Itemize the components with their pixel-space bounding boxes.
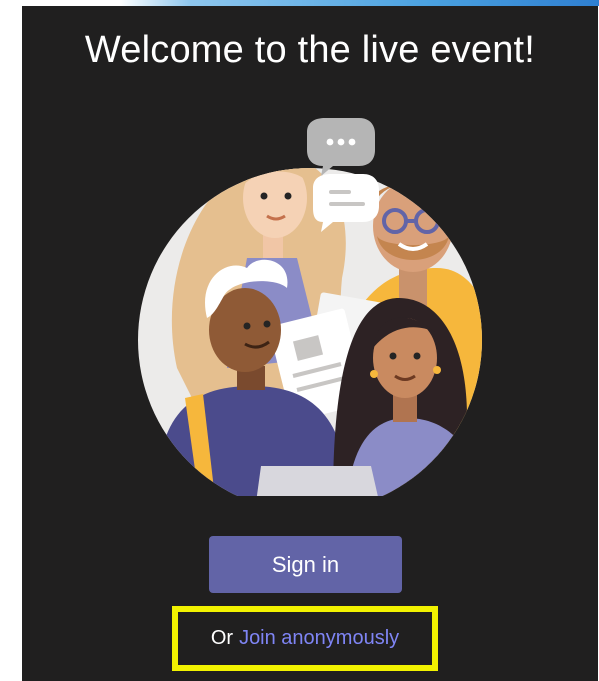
join-anonymously-link[interactable]: Join anonymously (239, 627, 399, 650)
live-event-join-panel: Welcome to the live event! Sign in Or Jo… (22, 6, 598, 681)
or-text: Or (210, 627, 234, 649)
people-meeting-illustration (138, 118, 482, 496)
welcome-title: Welcome to the live event! (84, 29, 536, 71)
sign-in-button[interactable]: Sign in (209, 536, 402, 593)
join-anonymously-highlight: Or Join anonymously (172, 606, 438, 671)
